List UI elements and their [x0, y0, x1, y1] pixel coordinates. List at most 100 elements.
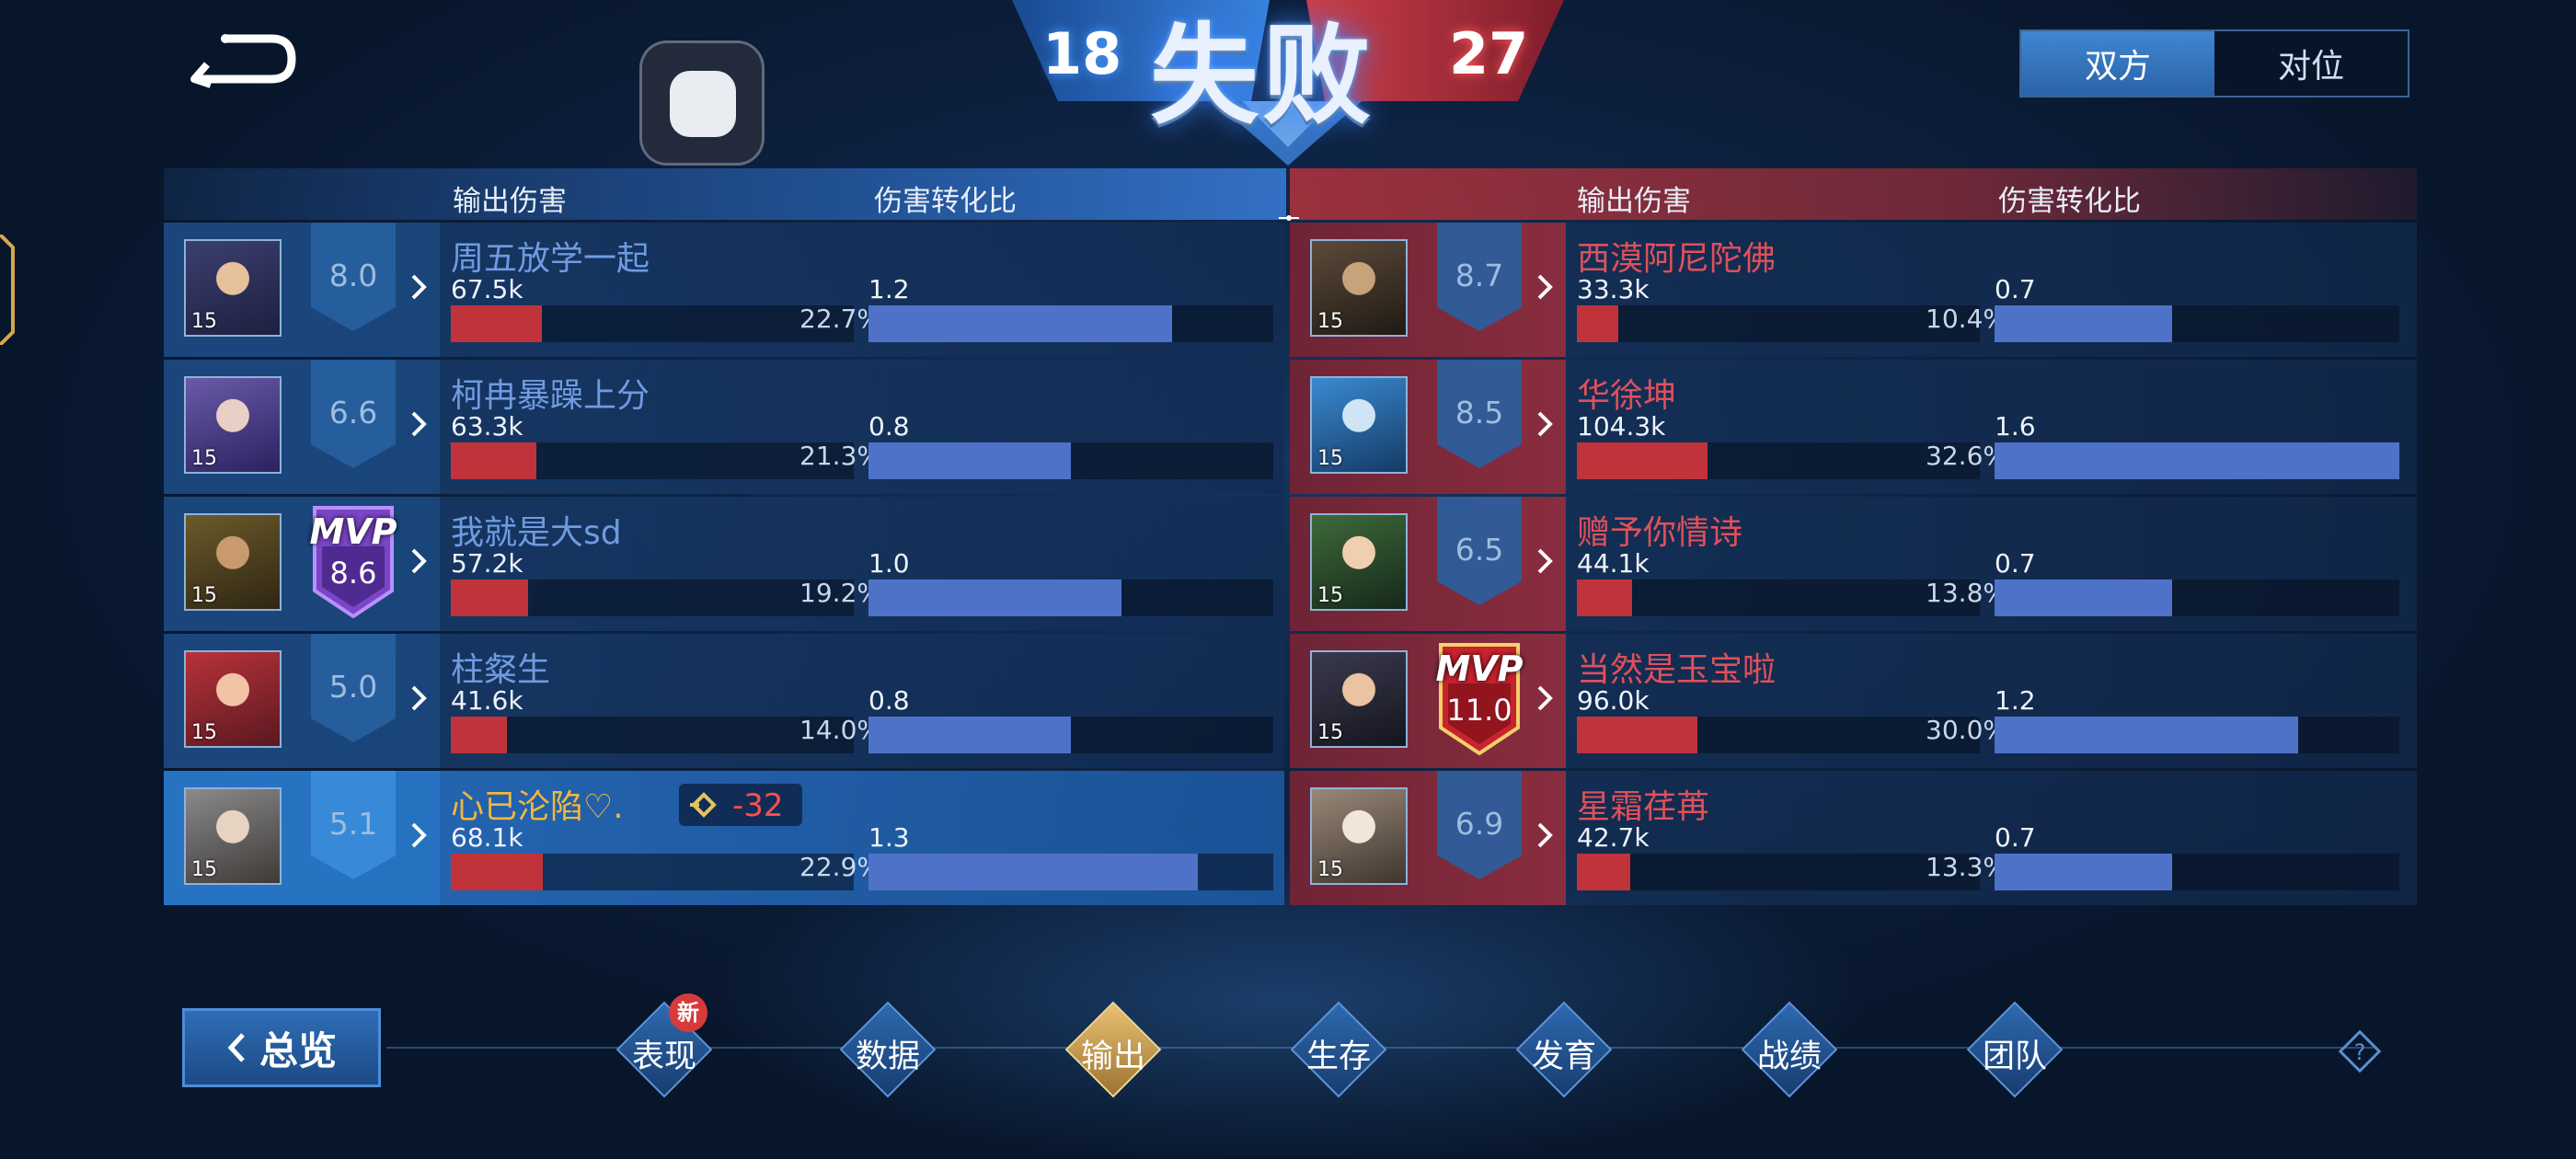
player-rating: 6.9	[1455, 806, 1504, 842]
damage-value: 96.0k	[1577, 685, 1650, 716]
conversion-bar-fill	[1995, 717, 2298, 753]
damage-value: 44.1k	[1577, 548, 1650, 579]
mvp-label: MVP	[1435, 648, 1524, 689]
chevron-right-icon[interactable]	[1535, 269, 1555, 305]
rank-change-value: -32	[732, 787, 784, 824]
chevron-right-icon[interactable]	[408, 680, 429, 717]
nav-tab-4[interactable]: 发育	[1513, 999, 1615, 1100]
svg-text:?: ?	[2354, 1039, 2366, 1065]
conversion-bar-track	[1995, 580, 2399, 616]
nav-tab-label: 数据	[855, 1039, 920, 1075]
chevron-right-icon[interactable]	[408, 406, 429, 442]
player-rating: 6.6	[328, 395, 378, 430]
hero-avatar: 15	[184, 787, 282, 885]
conversion-bar-track	[868, 717, 1273, 753]
damage-bar-fill	[451, 442, 536, 479]
ally-player-row[interactable]: 15 MVP 8.6 我就是大sd 57.2k 19.2% 1.0	[164, 497, 1284, 631]
nav-tab-6[interactable]: 团队	[1964, 999, 2065, 1100]
enemy-player-row[interactable]: 15 6.9 星霜荏苒 42.7k 13.3% 0.7	[1290, 771, 2417, 905]
player-name: 星霜荏苒	[1577, 788, 1710, 826]
hero-avatar: 15	[184, 650, 282, 748]
enemy-player-row[interactable]: 15 8.5 华徐坤 104.3k 32.6% 1.6	[1290, 360, 2417, 494]
ally-damage-header: 输出伤害	[453, 185, 567, 218]
nav-tab-label: 生存	[1305, 1039, 1371, 1075]
hero-avatar: 15	[184, 513, 282, 611]
damage-bar-fill	[1577, 854, 1630, 890]
player-rating: 8.6	[329, 556, 377, 591]
damage-value: 41.6k	[451, 685, 523, 716]
chevron-right-icon[interactable]	[1535, 543, 1555, 580]
player-rating: 11.0	[1446, 693, 1512, 728]
chevron-right-icon[interactable]	[408, 817, 429, 854]
conversion-bar-track	[868, 305, 1273, 342]
damage-value: 63.3k	[451, 411, 523, 442]
chevron-right-icon[interactable]	[408, 543, 429, 580]
floating-ball-button[interactable]	[639, 40, 765, 166]
conversion-value: 0.8	[868, 685, 910, 716]
damage-value: 104.3k	[1577, 411, 1666, 442]
damage-percent: 22.7%	[799, 304, 881, 334]
conversion-bar-fill	[1995, 305, 2172, 342]
player-name: 华徐坤	[1577, 377, 1677, 415]
hero-avatar: 15	[184, 239, 282, 337]
damage-value: 33.3k	[1577, 274, 1650, 304]
player-name: 柱粲生	[451, 651, 551, 689]
enemy-player-row[interactable]: 15 MVP 11.0 当然是玉宝啦 96.0k 30.0% 1.2	[1290, 634, 2417, 768]
nav-tab-0[interactable]: 表现 新	[614, 993, 715, 1100]
ally-player-row[interactable]: 15 6.6 柯冉暴躁上分 63.3k 21.3% 0.8	[164, 360, 1284, 494]
conversion-bar-fill	[868, 717, 1071, 753]
conversion-bar-track	[868, 580, 1273, 616]
rank-arrow-icon	[690, 792, 717, 818]
chevron-right-icon[interactable]	[408, 269, 429, 305]
toggle-both-sides[interactable]: 双方	[2021, 31, 2214, 96]
conversion-bar-fill	[1995, 442, 2399, 479]
conversion-value: 0.7	[1995, 274, 2036, 304]
help-icon[interactable]: ?	[2337, 1028, 2383, 1074]
floating-ball-icon	[670, 71, 736, 137]
nav-tab-2[interactable]: 输出	[1063, 999, 1164, 1100]
hero-level: 15	[1317, 858, 1343, 881]
nav-tab-5[interactable]: 战绩	[1739, 999, 1840, 1100]
toggle-matchup[interactable]: 对位	[2214, 31, 2408, 96]
back-button[interactable]	[189, 28, 299, 92]
return-arrow-icon	[190, 34, 296, 88]
enemy-player-row[interactable]: 15 8.7 西漠阿尼陀佛 33.3k 10.4% 0.7	[1290, 223, 2417, 357]
player-name: 当然是玉宝啦	[1577, 651, 1777, 689]
hero-level: 15	[1317, 310, 1343, 333]
conversion-bar-track	[1995, 442, 2399, 479]
player-name: 柯冉暴躁上分	[451, 377, 650, 415]
conversion-bar-fill	[868, 580, 1121, 616]
conversion-value: 1.2	[1995, 685, 2036, 716]
ally-player-row[interactable]: 15 5.0 柱粲生 41.6k 14.0% 0.8	[164, 634, 1284, 768]
chevron-right-icon[interactable]	[1535, 680, 1555, 717]
damage-bar-fill	[451, 717, 507, 753]
damage-percent: 14.0%	[799, 715, 881, 745]
conversion-bar-track	[1995, 305, 2399, 342]
hero-level: 15	[1317, 721, 1343, 744]
conversion-bar-track	[1995, 717, 2399, 753]
ally-player-row[interactable]: 15 5.1 心已沦陷♡. -32 68.1k 22.9% 1.3	[164, 771, 1284, 905]
overview-button[interactable]: 总览	[182, 1008, 381, 1087]
damage-percent: 13.3%	[1926, 852, 2007, 882]
damage-percent: 13.8%	[1926, 578, 2007, 608]
conversion-bar-track	[868, 854, 1273, 890]
player-name: 周五放学一起	[451, 240, 650, 278]
nav-tab-label: 输出	[1080, 1039, 1145, 1075]
damage-value: 67.5k	[451, 274, 523, 304]
ally-player-row[interactable]: 15 8.0 周五放学一起 67.5k 22.7% 1.2	[164, 223, 1284, 357]
player-rating: 8.7	[1455, 258, 1504, 293]
hero-level: 15	[191, 310, 217, 333]
enemy-player-row[interactable]: 15 6.5 赠予你情诗 44.1k 13.8% 0.7	[1290, 497, 2417, 631]
hero-level: 15	[191, 584, 217, 607]
nav-tab-3[interactable]: 生存	[1288, 999, 1389, 1100]
chevron-right-icon[interactable]	[1535, 406, 1555, 442]
damage-percent: 22.9%	[799, 852, 881, 882]
chevron-right-icon[interactable]	[1535, 817, 1555, 854]
nav-tab-1[interactable]: 数据	[837, 999, 938, 1100]
conversion-value: 1.2	[868, 274, 910, 304]
nav-tab-label: 表现	[631, 1039, 696, 1075]
conversion-value: 0.7	[1995, 548, 2036, 579]
damage-bar-fill	[451, 854, 543, 890]
player-rating: 5.0	[328, 669, 378, 705]
damage-bar-fill	[1577, 717, 1697, 753]
